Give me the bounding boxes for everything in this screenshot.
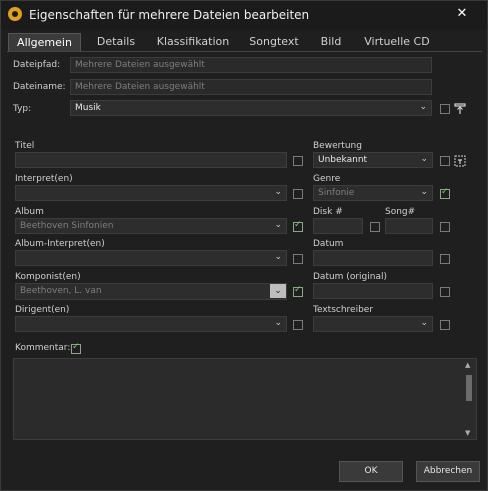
chevron-down-icon: ⌄: [420, 187, 428, 197]
song-input[interactable]: [385, 218, 433, 234]
interpret-label: Interpret(en): [15, 174, 73, 184]
bewertung-checkbox[interactable]: [440, 156, 450, 166]
disk-label: Disk #: [313, 207, 343, 217]
chevron-down-icon: ⌄: [420, 318, 428, 328]
tab-details[interactable]: Details: [95, 33, 137, 51]
bewertung-label: Bewertung: [313, 141, 362, 151]
album-interpret-checkbox[interactable]: [293, 254, 303, 264]
kommentar-checkbox[interactable]: [71, 342, 81, 354]
close-icon[interactable]: ✕: [452, 4, 472, 24]
genre-checkbox[interactable]: [440, 187, 450, 199]
dirigent-checkbox[interactable]: [293, 320, 303, 330]
kommentar-textarea[interactable]: ▲ ▼: [13, 358, 477, 440]
interpret-checkbox[interactable]: [293, 189, 303, 199]
textschreiber-checkbox[interactable]: [440, 320, 450, 330]
chevron-down-icon: ⌄: [419, 102, 427, 112]
album-value: Beethoven Sinfonien: [20, 221, 114, 231]
dialog-window: Eigenschaften für mehrere Dateien bearbe…: [0, 0, 488, 491]
komponist-select[interactable]: Beethoven, L. van ⌄: [15, 283, 287, 300]
typ-select[interactable]: Musik ⌄: [70, 100, 432, 116]
chevron-down-icon: ⌄: [420, 154, 428, 164]
dirigent-select[interactable]: ⌄: [15, 316, 287, 332]
titel-label: Titel: [15, 141, 35, 151]
dateiname-field: Mehrere Dateien ausgewählt: [70, 79, 432, 95]
app-logo-icon: [8, 7, 22, 21]
tab-klassifikation[interactable]: Klassifikation: [153, 33, 233, 51]
scrollbar-thumb[interactable]: [466, 375, 472, 401]
dirigent-label: Dirigent(en): [15, 305, 70, 315]
tab-allgemein[interactable]: Allgemein: [8, 33, 81, 51]
textschreiber-label: Textschreiber: [313, 305, 374, 315]
komponist-value: Beethoven, L. van: [20, 286, 102, 296]
datum-original-label: Datum (original): [313, 272, 387, 282]
komponist-checkbox[interactable]: [293, 285, 303, 297]
datum-original-input[interactable]: [313, 283, 433, 299]
dateipfad-field: Mehrere Dateien ausgewählt: [70, 57, 432, 73]
tab-virtuelle-cd[interactable]: Virtuelle CD: [361, 33, 433, 51]
rating-lock-icon[interactable]: [454, 155, 466, 167]
disk-checkbox[interactable]: [370, 222, 380, 232]
titel-checkbox[interactable]: [293, 156, 303, 166]
chevron-down-icon: ⌄: [274, 220, 282, 230]
pin-icon[interactable]: [454, 103, 466, 115]
bewertung-value: Unbekannt: [318, 155, 368, 165]
disk-input[interactable]: [313, 218, 363, 234]
title-bar: Eigenschaften für mehrere Dateien bearbe…: [1, 1, 487, 29]
chevron-down-icon: ⌄: [274, 187, 282, 197]
datum-label: Datum: [313, 239, 344, 249]
typ-checkbox[interactable]: [440, 104, 450, 114]
album-label: Album: [15, 207, 44, 217]
kommentar-label: Kommentar:: [15, 343, 71, 353]
typ-label: Typ:: [13, 104, 32, 114]
album-interpret-select[interactable]: ⌄: [15, 250, 287, 266]
chevron-down-icon[interactable]: ⌄: [270, 284, 286, 298]
chevron-down-icon: ⌄: [274, 252, 282, 262]
datum-checkbox[interactable]: [440, 254, 450, 264]
titel-input[interactable]: [15, 152, 287, 168]
datum-input[interactable]: [313, 250, 433, 266]
album-checkbox[interactable]: [293, 220, 303, 232]
typ-value: Musik: [75, 103, 101, 113]
tab-songtext[interactable]: Songtext: [249, 33, 299, 51]
genre-value: Sinfonie: [318, 188, 355, 198]
genre-select[interactable]: Sinfonie ⌄: [313, 185, 433, 201]
genre-label: Genre: [313, 174, 341, 184]
textschreiber-select[interactable]: ⌄: [313, 316, 433, 332]
dateipfad-label: Dateipfad:: [13, 60, 61, 70]
vertical-scrollbar[interactable]: ▲ ▼: [464, 361, 474, 437]
song-label: Song#: [385, 207, 416, 217]
scroll-up-icon[interactable]: ▲: [465, 361, 470, 369]
dateiname-label: Dateiname:: [13, 82, 66, 92]
song-checkbox[interactable]: [440, 222, 450, 232]
tab-bild[interactable]: Bild: [317, 33, 345, 51]
ok-button[interactable]: OK: [339, 461, 403, 482]
komponist-label: Komponist(en): [15, 272, 81, 282]
scroll-down-icon[interactable]: ▼: [465, 429, 470, 437]
chevron-down-icon: ⌄: [274, 318, 282, 328]
album-interpret-label: Album-Interpret(en): [15, 239, 105, 249]
tab-bar: Allgemein Details Klassifikation Songtex…: [7, 33, 482, 52]
interpret-select[interactable]: ⌄: [15, 185, 287, 201]
dateipfad-value: Mehrere Dateien ausgewählt: [75, 60, 205, 70]
datum-original-checkbox[interactable]: [440, 287, 450, 297]
dateiname-value: Mehrere Dateien ausgewählt: [75, 82, 205, 92]
window-title: Eigenschaften für mehrere Dateien bearbe…: [29, 8, 310, 22]
cancel-button[interactable]: Abbrechen: [416, 461, 480, 482]
album-select[interactable]: Beethoven Sinfonien ⌄: [15, 218, 287, 234]
bewertung-select[interactable]: Unbekannt ⌄: [313, 152, 433, 168]
